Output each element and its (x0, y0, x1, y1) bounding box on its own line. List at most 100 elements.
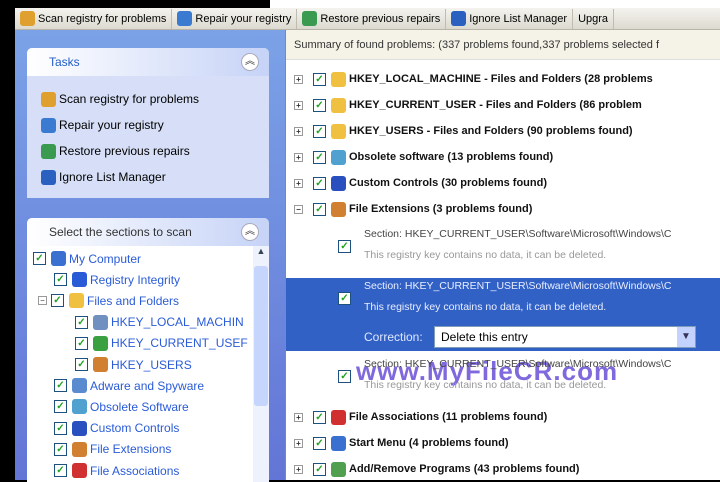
checkbox[interactable]: ✓ (313, 98, 326, 112)
entry-section[interactable]: Section: HKEY_CURRENT_USER\Software\Micr… (364, 280, 672, 292)
checkbox[interactable]: ✓ (54, 273, 67, 287)
checkbox[interactable]: ✓ (33, 252, 46, 265)
tree-item[interactable]: ✓ Custom Controls (54, 418, 179, 439)
left-panel: Tasks ︽ Scan registry for problems Repair … (15, 30, 285, 482)
tree-item[interactable]: ✓ Registry Integrity (54, 269, 180, 290)
category-row[interactable]: − ✓ File Extensions (3 problems found) (294, 198, 532, 220)
scrollbar[interactable]: ▲ (253, 246, 269, 482)
checkbox[interactable]: ✓ (338, 240, 351, 253)
expand-tree-icon[interactable]: + (294, 178, 303, 188)
tree-item[interactable]: ✓ File Extensions (54, 439, 171, 460)
ignore-list-icon (41, 169, 56, 185)
category-row[interactable]: + ✓ Custom Controls (30 problems found) (294, 172, 547, 194)
collapse-tree-icon[interactable]: − (38, 296, 47, 306)
correction-value: Delete this entry (441, 330, 528, 344)
checkbox[interactable]: ✓ (54, 400, 67, 414)
tasks-header[interactable]: Tasks ︽ (27, 48, 269, 76)
category-label: HKEY_USERS - Files and Folders (90 probl… (349, 125, 633, 137)
checkbox[interactable]: ✓ (313, 150, 326, 164)
category-row[interactable]: + ✓ File Associations (11 problems found) (294, 406, 547, 428)
expand-tree-icon[interactable]: + (294, 126, 303, 136)
category-row[interactable]: + ✓ Obsolete software (13 problems found) (294, 146, 553, 168)
task-label: Repair your registry (59, 118, 164, 132)
section-icon (93, 335, 108, 351)
category-row[interactable]: + ✓ HKEY_CURRENT_USER - Files and Folders … (294, 94, 642, 116)
expand-tree-icon[interactable]: + (294, 100, 303, 110)
expand-tree-icon[interactable]: + (294, 152, 303, 162)
sections-header[interactable]: Select the sections to scan ︽ (27, 218, 269, 246)
expand-tree-icon[interactable]: + (294, 464, 303, 474)
checkbox[interactable]: ✓ (75, 358, 88, 371)
tree-item-label: File Associations (90, 463, 180, 478)
category-row[interactable]: + ✓ HKEY_USERS - Files and Folders (90 pro… (294, 120, 633, 142)
checkbox[interactable]: ✓ (54, 379, 67, 393)
category-icon (331, 409, 346, 425)
task-item[interactable]: Ignore List Manager (27, 164, 269, 190)
checkbox[interactable]: ✓ (75, 336, 88, 350)
checkbox[interactable]: ✓ (313, 410, 326, 424)
tree-item-label: Obsolete Software (90, 399, 189, 414)
tree-item[interactable]: ✓ Adware and Spyware (54, 375, 204, 396)
category-icon (331, 461, 346, 477)
category-row[interactable]: + ✓ Start Menu (4 problems found) (294, 432, 509, 454)
tree-item-label: HKEY_LOCAL_MACHIN (111, 315, 244, 330)
expand-tree-icon[interactable]: + (294, 438, 303, 448)
tree-item[interactable]: ✓ HKEY_LOCAL_MACHIN (75, 312, 244, 333)
checkbox[interactable]: ✓ (313, 176, 326, 190)
category-label: Start Menu (4 problems found) (349, 437, 509, 449)
tree-item-label: Registry Integrity (90, 272, 181, 287)
tree-item[interactable]: − ✓ Files and Folders (38, 290, 179, 311)
checkbox[interactable]: ✓ (313, 72, 326, 86)
checkbox[interactable]: ✓ (51, 294, 64, 308)
expand-tree-icon[interactable]: + (294, 412, 303, 422)
checkbox[interactable]: ✓ (338, 370, 351, 383)
entry-description: This registry key contains no data, it c… (364, 379, 607, 391)
checkbox[interactable]: ✓ (313, 124, 326, 138)
sections-tree: ▲ ✓ My Computer ✓ Registry Integrity − ✓ Files… (27, 246, 269, 482)
toolbar-button[interactable]: Restore previous repairs (297, 8, 447, 29)
checkbox[interactable]: ✓ (54, 421, 67, 435)
correction-dropdown[interactable]: Delete this entry ▼ (434, 326, 696, 348)
task-item[interactable]: Scan registry for problems (27, 86, 269, 112)
tree-item[interactable]: ✓ File Associations (54, 460, 179, 481)
toolbar-button[interactable]: Scan registry for problems (15, 8, 173, 29)
sections-panel: Select the sections to scan ︽ ▲ ✓ My Compu… (27, 218, 269, 482)
checkbox[interactable]: ✓ (313, 202, 326, 216)
checkbox[interactable]: ✓ (338, 292, 351, 305)
entry-description: This registry key contains no data, it c… (364, 301, 607, 313)
task-item[interactable]: Restore previous repairs (27, 138, 269, 164)
section-icon (72, 399, 87, 415)
tree-item[interactable]: ✓ My Computer (33, 248, 141, 269)
toolbar-button[interactable]: Ignore List Manager (446, 8, 574, 29)
toolbar-button[interactable]: Repair your registry (172, 8, 298, 29)
toolbar-button[interactable]: Upgra (573, 8, 615, 29)
tree-item-label: Adware and Spyware (90, 378, 205, 393)
scroll-up-icon[interactable]: ▲ (253, 246, 269, 256)
background (270, 0, 720, 8)
checkbox[interactable]: ✓ (313, 462, 326, 476)
checkbox[interactable]: ✓ (54, 442, 67, 456)
collapse-icon[interactable]: ︽ (241, 223, 259, 241)
entry-section[interactable]: Section: HKEY_CURRENT_USER\Software\Micr… (364, 228, 672, 240)
expand-tree-icon[interactable]: + (294, 74, 303, 84)
collapse-icon[interactable]: ︽ (241, 53, 259, 71)
section-icon (93, 314, 108, 330)
collapse-tree-icon[interactable]: − (294, 204, 303, 214)
tree-item[interactable]: ✓ Obsolete Software (54, 396, 189, 417)
category-row[interactable]: + ✓ Add/Remove Programs (43 problems found… (294, 458, 579, 480)
task-label: Ignore List Manager (59, 170, 166, 184)
tree-item-label: HKEY_CURRENT_USEF (111, 336, 248, 351)
category-label: HKEY_LOCAL_MACHINE - Files and Folders (… (349, 73, 653, 85)
tree-item[interactable]: ✓ HKEY_CURRENT_USEF (75, 333, 248, 354)
task-item[interactable]: Repair your registry (27, 112, 269, 138)
checkbox[interactable]: ✓ (313, 436, 326, 450)
category-row[interactable]: + ✓ HKEY_LOCAL_MACHINE - Files and Folders… (294, 68, 653, 90)
entry-section[interactable]: Section: HKEY_CURRENT_USER\Software\Micr… (364, 358, 672, 370)
chevron-down-icon[interactable]: ▼ (677, 327, 695, 347)
tree-item[interactable]: ✓ HKEY_USERS (75, 354, 192, 375)
checkbox[interactable]: ✓ (54, 464, 67, 477)
tasks-panel: Tasks ︽ Scan registry for problems Repair … (27, 48, 269, 198)
checkbox[interactable]: ✓ (75, 315, 88, 329)
scrollbar-thumb[interactable] (254, 266, 268, 406)
tree-item-label: My Computer (69, 251, 142, 266)
